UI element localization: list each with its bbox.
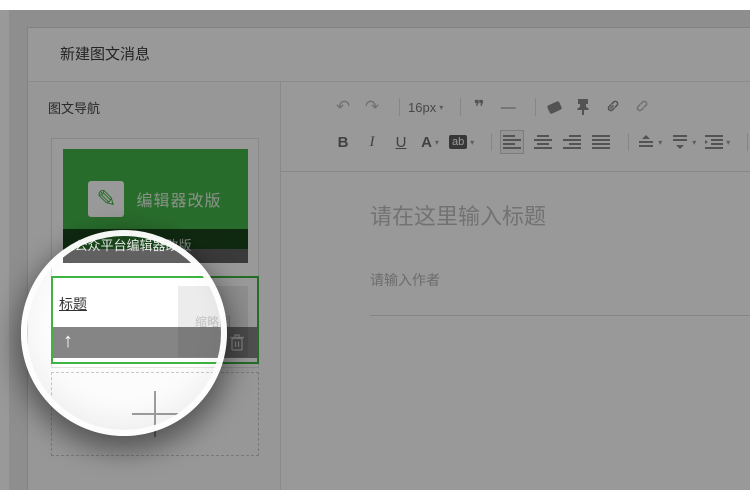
align-left-icon [503,135,521,149]
line-height-icon [671,135,689,149]
cover-caption: 公众平台编辑器改版 [63,229,248,263]
align-right-icon [563,135,581,149]
unlink-icon [633,99,649,115]
link-icon [604,99,620,115]
new-article-panel: 新建图文消息 图文导航 ✎ 编辑器改版 公众平台编辑器改版 [27,27,750,490]
line-height-dropdown[interactable]: ▾ [671,131,696,153]
cover-title: 编辑器改版 [136,187,221,211]
align-justify-button[interactable] [591,131,611,153]
cover-article-card[interactable]: ✎ 编辑器改版 公众平台编辑器改版 [63,149,248,263]
font-color-dropdown[interactable]: A ▾ [420,131,440,153]
align-center-button[interactable] [533,131,553,153]
chevron-down-icon: ▾ [726,138,730,147]
nav-label: 图文导航 [48,98,100,117]
chevron-down-icon: ▾ [692,138,696,147]
highlight-icon: ab [449,135,467,149]
underline-button[interactable]: U [391,131,411,153]
format-painter-icon [576,99,590,115]
author-input[interactable]: 请输入作者 [370,272,750,288]
redo-button[interactable]: ↷ [362,96,382,118]
paragraph-spacing-icon [637,135,655,149]
undo-button[interactable]: ↶ [333,96,353,118]
insert-link-button[interactable] [602,96,622,118]
toolbar-separator [628,133,629,151]
article-nav-sidebar: 图文导航 ✎ 编辑器改版 公众平台编辑器改版 标题 [28,82,281,490]
trash-icon[interactable] [229,333,245,352]
chevron-down-icon: ▾ [658,138,662,147]
font-size-value: 16px [408,100,436,115]
item-hover-bar: ↑ [53,327,257,358]
page-background: 新建图文消息 图文导航 ✎ 编辑器改版 公众平台编辑器改版 [9,10,750,490]
align-justify-icon [592,135,610,149]
toolbar-separator [460,98,461,116]
toolbar-separator [535,98,536,116]
bold-button[interactable]: B [333,131,353,153]
page-title: 新建图文消息 [28,28,750,82]
content-divider [370,315,750,316]
eraser-button[interactable] [544,96,564,118]
panel-body: 图文导航 ✎ 编辑器改版 公众平台编辑器改版 标题 [28,82,750,490]
toolbar-row-2: B I U A ▾ ab ▾ [333,129,750,155]
toolbar-separator [747,133,748,151]
article-list: ✎ 编辑器改版 公众平台编辑器改版 标题 缩略图 ↑ [51,138,259,368]
toolbar-separator [399,98,400,116]
indent-dropdown[interactable]: ▾ [705,131,730,153]
format-painter-button[interactable] [573,96,593,118]
editor-toolbar: ↶ ↷ 16px ▾ ❞ — [281,82,750,172]
paragraph-spacing-dropdown[interactable]: ▾ [637,131,662,153]
selected-article-item[interactable]: 标题 缩略图 ↑ [51,276,259,364]
italic-button[interactable]: I [362,131,382,153]
plus-icon[interactable] [132,391,178,437]
article-title-link[interactable]: 标题 [59,294,87,314]
indent-icon [705,135,723,149]
align-center-icon [534,135,552,149]
font-size-dropdown[interactable]: 16px ▾ [408,96,443,118]
align-left-button[interactable] [500,130,524,154]
highlight-color-dropdown[interactable]: ab ▾ [449,131,474,153]
editor-content: 请在这里输入标题 请输入作者 [281,172,750,490]
toolbar-row-1: ↶ ↷ 16px ▾ ❞ — [333,94,750,120]
chevron-down-icon: ▾ [470,138,474,147]
align-right-button[interactable] [562,131,582,153]
pencil-icon: ✎ [88,181,124,217]
eraser-icon [546,100,562,114]
chevron-down-icon: ▾ [435,138,439,147]
chevron-down-icon: ▾ [439,103,443,112]
remove-link-button[interactable] [631,96,651,118]
move-up-icon[interactable]: ↑ [63,330,73,353]
add-article-dropzone[interactable] [51,372,259,456]
toolbar-separator [491,133,492,151]
editor-screen: 新建图文消息 图文导航 ✎ 编辑器改版 公众平台编辑器改版 [0,0,750,497]
title-input[interactable]: 请在这里输入标题 [370,202,750,232]
blockquote-button[interactable]: ❞ [469,96,489,118]
font-color-label: A [421,134,432,151]
horizontal-rule-button[interactable]: — [498,96,518,118]
rich-text-editor: ↶ ↷ 16px ▾ ❞ — [281,82,750,490]
